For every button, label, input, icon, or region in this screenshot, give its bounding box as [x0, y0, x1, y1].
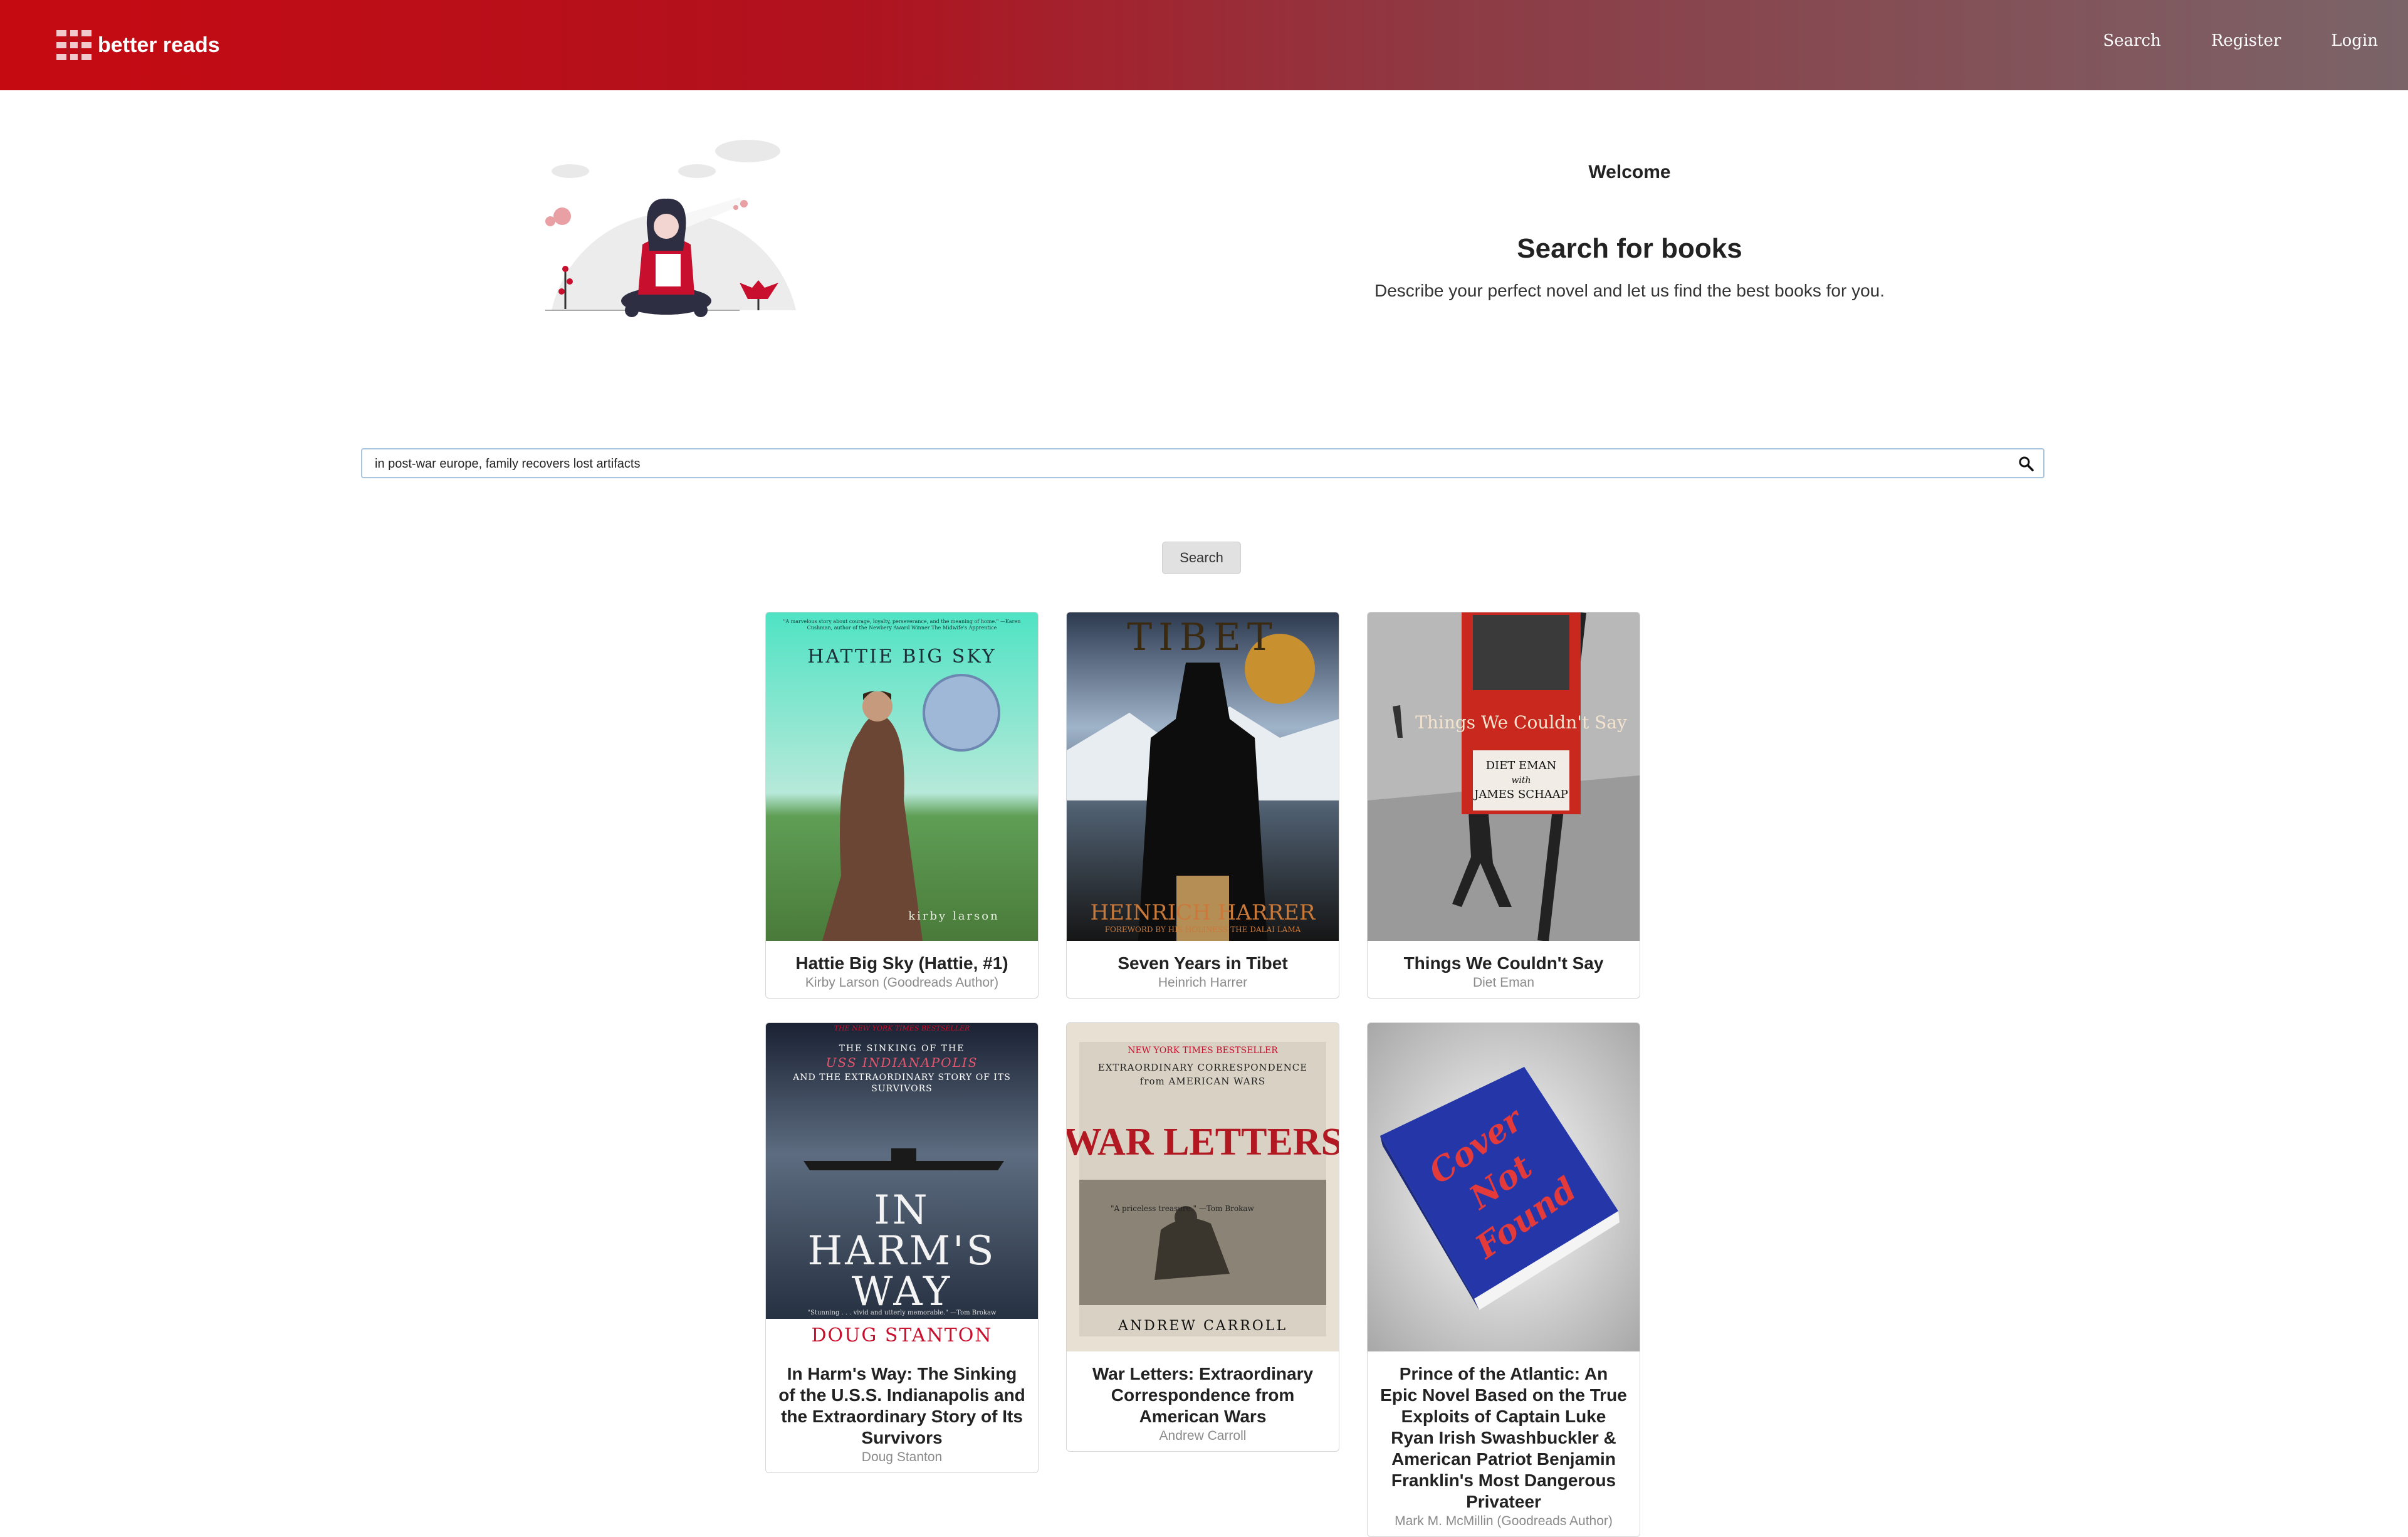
cover-subtitle-1: THE SINKING OF THE: [839, 1044, 965, 1054]
book-title[interactable]: Hattie Big Sky (Hattie, #1): [766, 944, 1038, 974]
cover-quote: "Stunning . . . vivid and utterly memora…: [808, 1309, 997, 1316]
search-icon[interactable]: [2018, 456, 2034, 472]
nav-link-search[interactable]: Search: [2103, 31, 2160, 50]
book-card[interactable]: THE NEW YORK TIMES BESTSELLER THE SINKIN…: [765, 1022, 1039, 1473]
cover-author: DOUG STANTON: [811, 1325, 992, 1346]
book-author: Diet Eman: [1472, 975, 1535, 990]
search-box: [361, 448, 2044, 478]
page-title: Search for books: [1517, 233, 1742, 264]
book-card[interactable]: Cover Not Found Prince of the Atlantic: …: [1367, 1022, 1640, 1537]
book-card[interactable]: TIBET HEINRICH HARRER FOREWORD BY HIS HO…: [1066, 612, 1339, 999]
cover-title: HATTIE BIG SKY: [807, 646, 996, 668]
reading-woman-illustration: [545, 140, 796, 317]
book-cover-image: THE NEW YORK TIMES BESTSELLER THE SINKIN…: [766, 1023, 1038, 1351]
book-card[interactable]: Things We Couldn't Say DIET EMAN with JA…: [1367, 612, 1640, 999]
books-logo-icon: [56, 30, 92, 60]
cover-title-1: IN: [874, 1187, 929, 1234]
cover-title: TIBET: [1127, 616, 1279, 659]
cover-subtitle: FOREWORD BY HIS HOLINESS THE DALAI LAMA: [1105, 925, 1301, 934]
book-author: Andrew Carroll: [1159, 1429, 1247, 1443]
cover-coauthor: JAMES SCHAAP: [1473, 788, 1568, 801]
search-button[interactable]: Search: [1162, 542, 1241, 574]
book-title[interactable]: In Harm's Way: The Sinking of the U.S.S.…: [766, 1355, 1038, 1449]
book-title[interactable]: Prince of the Atlantic: An Epic Novel Ba…: [1368, 1355, 1640, 1513]
book-cover-image: Things We Couldn't Say DIET EMAN with JA…: [1368, 612, 1640, 942]
book-title[interactable]: Seven Years in Tibet: [1067, 944, 1339, 974]
book-cover-image: NEW YORK TIMES BESTSELLER EXTRAORDINARY …: [1067, 1023, 1339, 1351]
book-author: Mark M. McMillin (Goodreads Author): [1395, 1514, 1613, 1528]
cover-banner: NEW YORK TIMES BESTSELLER: [1128, 1046, 1278, 1056]
cover-banner: THE NEW YORK TIMES BESTSELLER: [834, 1024, 970, 1032]
nav-links: Search Register Login: [2103, 31, 2378, 50]
book-card[interactable]: NEW YORK TIMES BESTSELLER EXTRAORDINARY …: [1066, 1022, 1339, 1452]
book-cover-image: TIBET HEINRICH HARRER FOREWORD BY HIS HO…: [1067, 612, 1339, 941]
book-title[interactable]: Things We Couldn't Say: [1368, 944, 1640, 974]
book-author: Heinrich Harrer: [1158, 975, 1248, 990]
navbar: better reads Search Register Login: [0, 0, 2408, 90]
book-cover-image: Cover Not Found: [1368, 1023, 1640, 1351]
book-card[interactable]: HATTIE BIG SKY kirby larson "A marvelous…: [765, 612, 1039, 999]
cover-with: with: [1511, 775, 1531, 785]
brand[interactable]: better reads: [56, 28, 220, 63]
cover-subtitle-2: USS INDIANAPOLIS: [826, 1055, 978, 1070]
cover-title-2: HARM'S: [807, 1228, 996, 1274]
book-author: Kirby Larson (Goodreads Author): [805, 975, 999, 990]
nav-link-login[interactable]: Login: [2331, 31, 2378, 50]
cover-title-3: WAY: [852, 1269, 952, 1315]
book-title[interactable]: War Letters: Extraordinary Correspondenc…: [1067, 1355, 1339, 1427]
welcome-heading: Welcome: [1588, 162, 1671, 182]
nav-link-register[interactable]: Register: [2211, 31, 2281, 50]
cover-subtitle-3: AND THE EXTRAORDINARY STORY OF ITS SURVI…: [793, 1073, 1011, 1094]
book-cover-image: HATTIE BIG SKY kirby larson "A marvelous…: [766, 612, 1038, 941]
cover-author: kirby larson: [908, 910, 999, 923]
brand-name: better reads: [98, 33, 220, 57]
cover-quote: "A priceless treasure." —Tom Brokaw: [1111, 1204, 1255, 1213]
page-subtitle: Describe your perfect novel and let us f…: [1374, 281, 1885, 300]
cover-author: DIET EMAN: [1486, 759, 1557, 772]
cover-title: Things We Couldn't Say: [1415, 712, 1627, 733]
cover-author: HEINRICH HARRER: [1091, 900, 1316, 925]
cover-title: WAR LETTERS: [1067, 1121, 1339, 1163]
book-author: Doug Stanton: [861, 1450, 943, 1464]
cover-author: ANDREW CARROLL: [1118, 1318, 1287, 1334]
search-input[interactable]: [374, 449, 1981, 478]
cover-subtitle: EXTRAORDINARY CORRESPONDENCE from AMERIC…: [1097, 1062, 1308, 1087]
cover-blurb: "A marvelous story about courage, loyalt…: [783, 619, 1021, 631]
